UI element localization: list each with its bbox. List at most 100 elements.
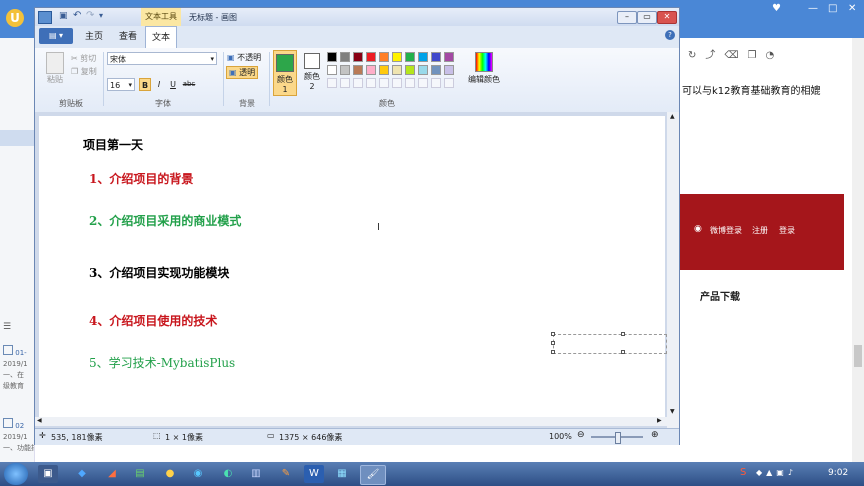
cut-button[interactable]: ✂ 剪切 [71, 53, 96, 64]
edit-colors-button[interactable]: 编辑颜色 [467, 52, 501, 92]
bold-button[interactable]: B [139, 78, 151, 91]
scroll-left-icon[interactable]: ◀ [37, 417, 42, 424]
taskbar-app-icon[interactable]: ▤ [130, 465, 150, 483]
palette-swatch[interactable] [340, 65, 350, 75]
palette-swatch-empty[interactable] [379, 78, 389, 88]
color1-button[interactable]: 颜色 1 [273, 50, 297, 96]
palette-swatch[interactable] [366, 65, 376, 75]
scroll-down-icon[interactable]: ▼ [670, 408, 675, 415]
paste-button[interactable]: 粘贴 [43, 52, 67, 92]
color2-button[interactable]: 颜色 2 [301, 50, 323, 96]
paint-menu-button[interactable]: ▤ ▾ [39, 28, 73, 44]
taskbar-word-icon[interactable]: W [304, 465, 324, 483]
taskbar-vscode-icon[interactable]: ◆ [72, 465, 92, 483]
start-button[interactable] [4, 463, 28, 485]
alarm-icon[interactable]: ◔ [766, 50, 784, 61]
palette-swatch-empty[interactable] [405, 78, 415, 88]
taskbar-app-icon[interactable]: ▥ [246, 465, 266, 483]
palette-swatch[interactable] [431, 65, 441, 75]
underline-button[interactable]: U [167, 78, 179, 91]
taskbar-app-icon[interactable]: ◢ [102, 465, 122, 483]
register-link[interactable]: 注册 [752, 225, 768, 236]
undo-icon[interactable]: ↶ [73, 10, 81, 21]
zoom-in-button[interactable]: ⊕ [651, 430, 659, 440]
copy-icon[interactable]: ❐ [748, 50, 766, 61]
palette-swatch-empty[interactable] [366, 78, 376, 88]
palette-swatch-empty[interactable] [327, 78, 337, 88]
palette-swatch[interactable] [366, 52, 376, 62]
tray-icons[interactable]: ◆▲▣♪ [756, 468, 797, 477]
minimize-icon[interactable]: — [808, 3, 818, 14]
tray-input-icon[interactable]: S [740, 467, 746, 478]
drawing-canvas[interactable]: 项目第一天 1、介绍项目的背景 2、介绍项目采用的商业模式 3、介绍项目实现功能… [39, 116, 667, 422]
delete-icon[interactable]: ⌫ [724, 50, 747, 61]
taskbar-app-icon[interactable]: ● [160, 465, 180, 483]
tab-home[interactable]: 主页 [79, 28, 109, 46]
zoom-slider-thumb[interactable] [615, 432, 621, 444]
browser-scroll-thumb[interactable] [854, 345, 862, 367]
palette-swatch[interactable] [327, 52, 337, 62]
opaque-button[interactable]: ▣ 不透明 [227, 52, 261, 63]
taskbar-app-icon[interactable]: ▦ [332, 465, 352, 483]
palette-swatch[interactable] [418, 65, 428, 75]
weibo-login-link[interactable]: 微博登录 [710, 225, 742, 236]
palette-swatch-empty[interactable] [353, 78, 363, 88]
palette-swatch[interactable] [392, 65, 402, 75]
palette-swatch-empty[interactable] [444, 78, 454, 88]
copy-button[interactable]: ❐ 复制 [71, 66, 97, 77]
selection-handle[interactable] [621, 350, 625, 354]
menu-icon[interactable]: ♥ [772, 3, 781, 14]
horizontal-scrollbar[interactable]: ◀ ▶ [35, 417, 667, 426]
window-minimize-button[interactable]: – [617, 11, 637, 24]
left-list-item-2[interactable]: 02 2019/1 一、功能描述 我想的，是一个 [3, 418, 34, 462]
font-family-select[interactable]: 宋体 ▾ [107, 52, 217, 65]
palette-swatch[interactable] [379, 65, 389, 75]
palette-swatch[interactable] [405, 65, 415, 75]
left-panel-list-icon[interactable]: ☰ [3, 322, 11, 332]
quick-access-dropdown-icon[interactable]: ▾ [99, 11, 103, 20]
strikethrough-button[interactable]: abc [181, 78, 197, 91]
taskbar-explorer-icon[interactable]: ▣ [38, 465, 58, 483]
zoom-slider[interactable] [591, 432, 643, 444]
taskbar-app-icon[interactable]: ◉ [188, 465, 208, 483]
help-icon[interactable]: ? [665, 30, 675, 40]
login-link[interactable]: 登录 [779, 225, 795, 236]
italic-button[interactable]: I [153, 78, 165, 91]
zoom-out-button[interactable]: ⊖ [577, 430, 585, 440]
transparent-button[interactable]: ▣ 透明 [226, 66, 259, 79]
refresh-icon[interactable]: ↻ [688, 50, 705, 61]
palette-swatch[interactable] [444, 52, 454, 62]
taskbar-app-icon[interactable]: ✎ [276, 465, 296, 483]
vertical-scrollbar[interactable]: ▲ ▼ [667, 112, 679, 428]
selection-handle[interactable] [551, 350, 555, 354]
selection-handle[interactable] [621, 332, 625, 336]
tab-text[interactable]: 文本 [145, 26, 178, 49]
palette-swatch-empty[interactable] [392, 78, 402, 88]
save-icon[interactable]: ▣ [59, 11, 68, 21]
palette-swatch[interactable] [327, 65, 337, 75]
text-selection-box[interactable] [553, 334, 667, 354]
selection-handle[interactable] [551, 332, 555, 336]
window-maximize-button[interactable]: ▭ [637, 11, 657, 24]
taskbar-paint-icon[interactable]: 🖌 [360, 465, 386, 485]
palette-swatch[interactable] [405, 52, 415, 62]
browser-scrollbar[interactable] [852, 38, 864, 462]
window-close-button[interactable]: ✕ [657, 11, 677, 24]
scroll-right-icon[interactable]: ▶ [657, 417, 662, 424]
palette-swatch[interactable] [379, 52, 389, 62]
left-list-item-1[interactable]: 01- 2019/1 一、在 级教育 [3, 345, 34, 405]
palette-swatch-empty[interactable] [340, 78, 350, 88]
palette-swatch[interactable] [431, 52, 441, 62]
maximize-icon[interactable]: □ [828, 3, 837, 14]
palette-swatch[interactable] [340, 52, 350, 62]
palette-swatch[interactable] [353, 52, 363, 62]
share-icon[interactable]: ⤴ [705, 50, 724, 61]
palette-swatch[interactable] [444, 65, 454, 75]
selection-handle[interactable] [551, 341, 555, 345]
palette-swatch[interactable] [418, 52, 428, 62]
tab-view[interactable]: 查看 [113, 28, 143, 46]
font-size-select[interactable]: 16 ▾ [107, 78, 135, 91]
scroll-up-icon[interactable]: ▲ [670, 113, 675, 120]
close-icon[interactable]: ✕ [848, 3, 856, 14]
palette-swatch-empty[interactable] [418, 78, 428, 88]
